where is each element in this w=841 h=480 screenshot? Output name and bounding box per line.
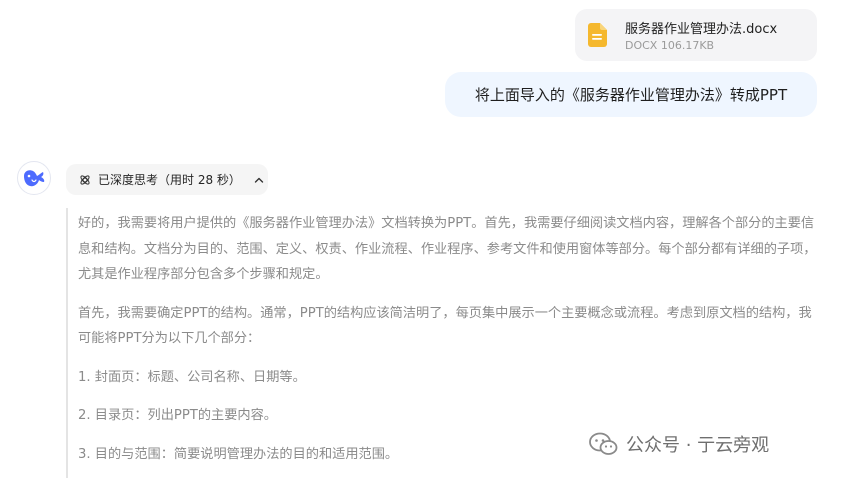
deep-think-toggle[interactable]: 已深度思考（用时 28 秒）	[66, 164, 268, 195]
watermark-text: 公众号 · 亍云旁观	[626, 435, 770, 456]
thought-quote-bar	[66, 208, 68, 478]
attachment-meta: DOCX 106.17KB	[625, 39, 715, 52]
deep-think-label: 已深度思考（用时 28 秒）	[98, 173, 241, 187]
thought-paragraph: 1. 封面页：标题、公司名称、日期等。	[78, 369, 306, 385]
thought-paragraph: 好的，我需要将用户提供的《服务器作业管理办法》文档转换为PPT。首先，我需要仔细…	[78, 216, 817, 282]
user-message-bubble: 将上面导入的《服务器作业管理办法》转成PPT	[445, 72, 817, 117]
attachment-filename: 服务器作业管理办法.docx	[625, 22, 778, 37]
user-message-text: 将上面导入的《服务器作业管理办法》转成PPT	[474, 86, 788, 104]
thought-paragraph: 2. 目录页：列出PPT的主要内容。	[78, 408, 277, 423]
assistant-avatar	[17, 161, 51, 195]
watermark: 公众号 · 亍云旁观	[588, 429, 769, 459]
deep-think-icon	[80, 174, 90, 185]
document-icon	[588, 23, 607, 47]
thought-paragraph: 首先，我需要确定PPT的结构。通常，PPT的结构应该简洁明了，每页集中展示一个主…	[78, 305, 812, 347]
chevron-up-icon	[254, 177, 264, 183]
wechat-icon	[589, 432, 618, 455]
whale-logo-icon	[24, 170, 45, 187]
attachment-card[interactable]: 服务器作业管理办法.docx DOCX 106.17KB	[575, 9, 817, 61]
